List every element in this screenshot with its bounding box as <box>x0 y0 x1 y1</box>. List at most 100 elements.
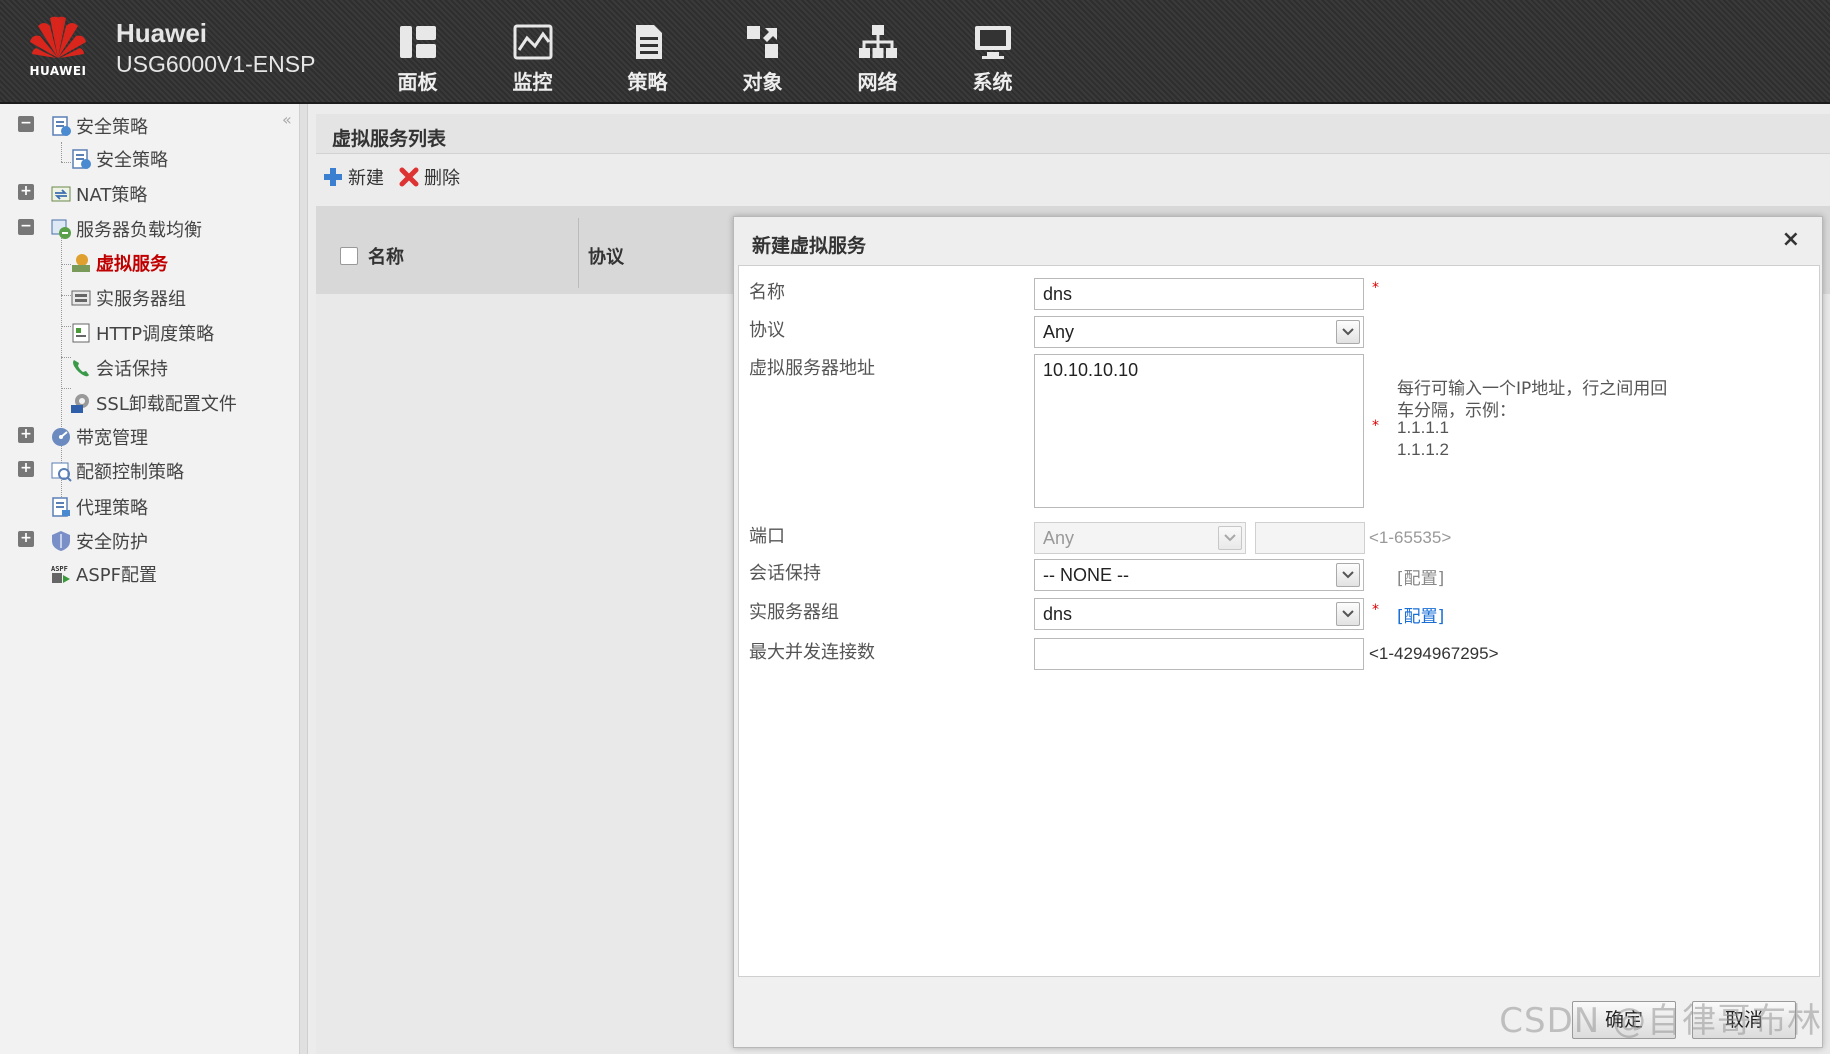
sidebar-item-security-policy-group[interactable]: − 安全策略 <box>0 109 300 139</box>
expand-toggle-icon[interactable]: + <box>18 427 34 443</box>
max-connections-input[interactable] <box>1034 638 1364 670</box>
nav-monitor[interactable]: 监控 <box>475 14 590 95</box>
chevron-down-icon[interactable] <box>1218 526 1242 550</box>
sidebar-item-label: NAT策略 <box>76 185 148 206</box>
system-icon <box>974 26 1011 59</box>
new-virtual-service-dialog: 新建虚拟服务 × 名称 dns * 协议 Any 虚拟服务器地址 10.10.1… <box>733 216 1823 1048</box>
protocol-value: Any <box>1043 322 1075 342</box>
sidebar-item-security-protection[interactable]: + 安全防护 <box>0 524 300 554</box>
sidebar-item-nat-policy[interactable]: + NAT策略 <box>0 177 300 207</box>
server-group-select[interactable]: dns <box>1034 598 1364 630</box>
load-balancer-icon <box>51 219 71 239</box>
session-persistence-value: -- NONE -- <box>1043 565 1129 585</box>
collapse-toggle-icon[interactable]: − <box>18 116 34 132</box>
sidebar-item-aspf-config[interactable]: ASPF ASPF配置 <box>50 559 157 589</box>
network-icon <box>858 25 897 58</box>
chevron-down-icon[interactable] <box>1336 563 1360 587</box>
server-group-label: 实服务器组 <box>749 602 839 623</box>
session-persistence-select[interactable]: -- NONE -- <box>1034 559 1364 591</box>
dashboard-icon <box>399 26 436 58</box>
sidebar-item-security-policy[interactable]: 安全策略 <box>70 144 168 174</box>
sidebar-item-http-scheduling[interactable]: HTTP调度策略 <box>70 318 214 348</box>
new-button[interactable]: 新建 <box>322 164 384 190</box>
sidebar-item-slb-group[interactable]: − 服务器负载均衡 <box>0 212 300 242</box>
expand-toggle-icon[interactable]: + <box>18 531 34 547</box>
nav-network[interactable]: 网络 <box>820 14 935 95</box>
object-icon <box>746 26 778 58</box>
sidebar-item-label: 会话保持 <box>96 359 168 380</box>
chevron-down-icon[interactable] <box>1336 602 1360 626</box>
max-connections-range-hint: <1-4294967295> <box>1369 644 1499 663</box>
sidebar-item-label: 代理策略 <box>76 498 148 519</box>
policy-icon <box>635 25 662 59</box>
virtual-ip-textarea[interactable]: 10.10.10.10 <box>1034 354 1364 508</box>
aspf-icon: ASPF <box>51 565 70 583</box>
sidebar: « − 安全策略 安全策略 + NAT策略 − 服务器负载均衡 虚拟服务 实服务… <box>0 104 300 1054</box>
logo-text: HUAWEI <box>29 64 87 78</box>
expand-toggle-icon[interactable]: + <box>18 184 34 200</box>
delete-button[interactable]: 删除 <box>398 164 460 190</box>
column-separator[interactable] <box>578 218 579 288</box>
sidebar-item-label: 实服务器组 <box>96 289 186 310</box>
port-select[interactable]: Any <box>1034 522 1246 554</box>
server-group-config-link[interactable]: [配置] <box>1397 602 1444 627</box>
list-toolbar: 新建 删除 <box>322 164 460 190</box>
http-policy-icon <box>72 323 90 343</box>
watermark: CSDN @自律哥布林 <box>1499 1001 1822 1041</box>
virtual-ip-example: 1.1.1.1 <box>1397 418 1449 437</box>
expand-toggle-icon[interactable]: + <box>18 461 34 477</box>
sidebar-item-real-server-group[interactable]: 实服务器组 <box>70 283 186 313</box>
port-number-input[interactable] <box>1255 522 1365 554</box>
sidebar-item-proxy-policy[interactable]: 代理策略 <box>50 492 148 522</box>
nav-dashboard[interactable]: 面板 <box>360 14 475 95</box>
required-mark: * <box>1372 280 1379 296</box>
chevron-down-icon[interactable] <box>1336 320 1360 344</box>
nav-label: 对象 <box>742 70 783 94</box>
persistence-config-link[interactable]: [配置] <box>1397 564 1444 589</box>
delete-label: 删除 <box>424 168 460 189</box>
virtual-ip-label: 虚拟服务器地址 <box>749 358 875 379</box>
close-icon[interactable]: × <box>1782 227 1800 252</box>
name-label: 名称 <box>749 282 785 303</box>
nav-policy[interactable]: 策略 <box>590 14 705 95</box>
sidebar-item-quota-control[interactable]: + 配额控制策略 <box>0 454 300 484</box>
sidebar-item-session-persistence[interactable]: 会话保持 <box>70 353 168 383</box>
nav-object[interactable]: 对象 <box>705 14 820 95</box>
port-range-hint: <1-65535> <box>1369 528 1452 547</box>
sidebar-item-virtual-service[interactable]: 虚拟服务 <box>70 248 168 278</box>
huawei-logo: HUAWEI <box>22 12 94 82</box>
phone-icon <box>73 360 89 377</box>
sidebar-item-label: HTTP调度策略 <box>96 324 215 345</box>
session-persistence-label: 会话保持 <box>749 563 821 584</box>
nat-icon <box>51 186 71 202</box>
svg-text:ASPF: ASPF <box>51 565 68 573</box>
page-title: 虚拟服务列表 <box>316 114 1830 154</box>
sidebar-item-ssl-offload-profile[interactable]: SSL卸载配置文件 <box>70 388 237 418</box>
main-nav: 面板 监控 策略 对象 网络 系统 <box>360 14 1050 95</box>
device-model: USG6000V1-ENSP <box>116 51 316 77</box>
column-protocol: 协议 <box>588 218 624 294</box>
protocol-select[interactable]: Any <box>1034 316 1364 348</box>
nav-system[interactable]: 系统 <box>935 14 1050 95</box>
tree-line <box>61 142 62 162</box>
server-group-value: dns <box>1043 604 1073 624</box>
column-header-label: 名称 <box>368 247 404 268</box>
virtual-service-icon <box>72 254 90 272</box>
select-all-checkbox[interactable] <box>340 247 358 265</box>
nav-label: 面板 <box>397 70 438 94</box>
sidebar-item-label: 安全策略 <box>76 117 148 138</box>
sidebar-item-label: 服务器负载均衡 <box>76 220 202 241</box>
collapse-toggle-icon[interactable]: − <box>18 219 34 235</box>
protocol-label: 协议 <box>749 320 785 341</box>
column-name: 名称 <box>340 218 404 294</box>
dialog-title: 新建虚拟服务 <box>734 217 1822 265</box>
name-input[interactable]: dns <box>1034 278 1364 310</box>
nav-label: 监控 <box>512 70 553 94</box>
huawei-logo-icon <box>30 16 86 59</box>
proxy-policy-icon <box>52 497 70 517</box>
sidebar-item-bandwidth-management[interactable]: + 带宽管理 <box>0 420 300 450</box>
sidebar-item-label: SSL卸载配置文件 <box>96 394 237 415</box>
sidebar-splitter[interactable] <box>300 104 308 1054</box>
policy-doc-icon <box>52 116 71 136</box>
nav-label: 系统 <box>972 70 1013 94</box>
